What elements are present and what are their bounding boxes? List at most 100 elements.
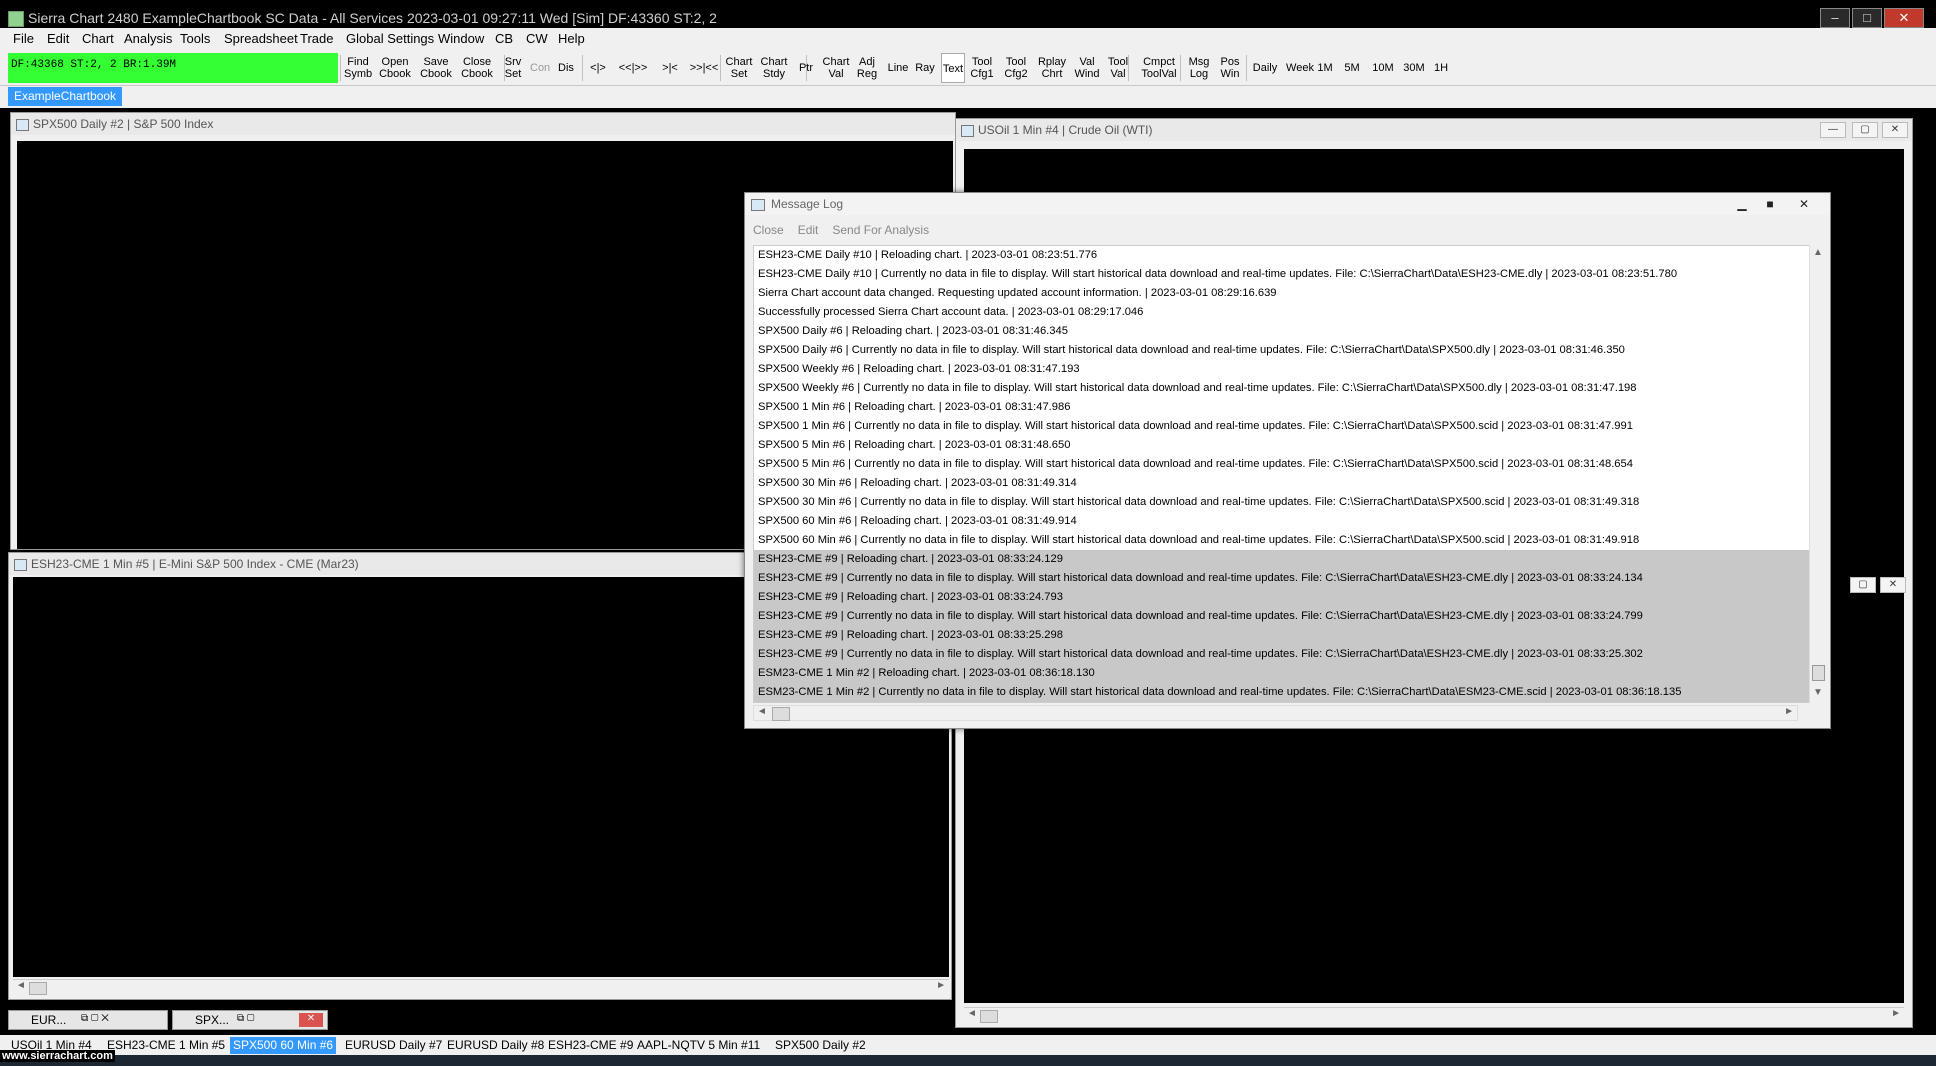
log-line[interactable]: ESH23-CME #9 | Currently no data in file… — [754, 607, 1815, 626]
menu-item-cw[interactable]: CW — [526, 31, 548, 46]
restore-icon[interactable]: ⧉ ▢ ✕ — [81, 1013, 109, 1024]
log-line[interactable]: SPX500 60 Min #6 | Reloading chart. | 20… — [754, 512, 1815, 531]
minimize-button[interactable]: – — [1820, 8, 1850, 28]
log-line[interactable]: Successfully processed Sierra Chart acco… — [754, 303, 1815, 322]
message-log-menu-send-for-analysis[interactable]: Send For Analysis — [832, 223, 929, 237]
toolbar-button-srv-set[interactable]: Srv Set — [502, 53, 524, 83]
message-log-window[interactable]: Message Log ▁ ■ ✕ Close Edit Send For Anal… — [744, 192, 1831, 729]
scroll-right-icon[interactable]: ► — [1784, 706, 1794, 717]
toolbar-button-5m[interactable]: 5M — [1340, 53, 1364, 83]
chart-tab[interactable]: AAPL-NQTV 5 Min #11 — [634, 1037, 763, 1054]
toolbar-button-[interactable]: <<|>> — [614, 53, 652, 83]
scrollbar-thumb[interactable] — [980, 1010, 998, 1023]
message-log-menu-close[interactable]: Close — [753, 223, 784, 237]
log-line[interactable]: ESH23-CME #9 | Reloading chart. | 2023-0… — [754, 588, 1815, 607]
log-line[interactable]: ESM23-CME 1 Min #2 | Currently no data i… — [754, 683, 1815, 702]
restore-icon[interactable]: ⧉ ▢ — [237, 1013, 255, 1024]
toolbar-button-adj-reg[interactable]: Adj Reg — [854, 53, 880, 83]
log-line[interactable]: ESH23-CME #9 | Currently no data in file… — [754, 645, 1815, 664]
toolbar-button-[interactable]: >|< — [658, 53, 682, 83]
log-line[interactable]: ESH23-CME Daily #10 | Currently no data … — [754, 265, 1815, 284]
toolbar-button-rplay-chrt[interactable]: Rplay Chrt — [1036, 53, 1068, 83]
toolbar-button-close-cbook[interactable]: Close Cbook — [458, 53, 496, 83]
toolbar-button-val-wind[interactable]: Val Wind — [1074, 53, 1100, 83]
scrollbar-thumb[interactable] — [29, 982, 47, 995]
scroll-right-icon[interactable]: ► — [936, 980, 946, 991]
toolbar-button-tool-val[interactable]: Tool Val — [1104, 53, 1132, 83]
toolbar-button-chart-set[interactable]: Chart Set — [724, 53, 754, 83]
scroll-right-icon[interactable]: ► — [1891, 1008, 1901, 1019]
toolbar-button-dis[interactable]: Dis — [556, 53, 576, 83]
scroll-left-icon[interactable]: ◄ — [967, 1008, 977, 1019]
menu-item-edit[interactable]: Edit — [47, 31, 69, 46]
scroll-up-icon[interactable]: ▲ — [1813, 247, 1823, 258]
toolbar-button-tool-cfg1[interactable]: Tool Cfg1 — [968, 53, 996, 83]
toolbar-button-msg-log[interactable]: Msg Log — [1186, 53, 1212, 83]
toolbar-button-ptr[interactable]: Ptr — [796, 53, 816, 83]
minimized-window-eur[interactable]: EUR... ⧉ ▢ ✕ — [8, 1010, 168, 1030]
maximize-button[interactable]: □ — [1852, 8, 1882, 28]
log-line[interactable]: SPX500 Daily #6 | Currently no data in f… — [754, 341, 1815, 360]
log-line[interactable]: ESH23-CME #9 | Currently no data in file… — [754, 569, 1815, 588]
chart-tab[interactable]: EURUSD Daily #8 — [444, 1037, 547, 1054]
message-log-close-button[interactable]: ✕ — [1792, 195, 1816, 213]
window-restore-button[interactable]: ▢ — [1850, 577, 1876, 593]
scroll-left-icon[interactable]: ◄ — [757, 706, 767, 717]
scrollbar-thumb[interactable] — [1812, 665, 1825, 681]
log-line[interactable]: ESH23-CME #9 | Reloading chart. | 2023-0… — [754, 626, 1815, 645]
message-log-menu-edit[interactable]: Edit — [798, 223, 819, 237]
toolbar-button-1m[interactable]: 1M — [1315, 53, 1335, 83]
menu-item-trade[interactable]: Trade — [300, 31, 333, 46]
toolbar-button-save-cbook[interactable]: Save Cbook — [418, 53, 454, 83]
horizontal-scrollbar[interactable]: ◄ ► — [964, 1007, 1904, 1023]
menu-item-cb[interactable]: CB — [495, 31, 513, 46]
close-button[interactable]: ✕ — [1884, 8, 1924, 28]
window-close-button[interactable]: ✕ — [1882, 122, 1908, 138]
scroll-down-icon[interactable]: ▼ — [1813, 687, 1823, 698]
toolbar-button-text[interactable]: Text — [941, 53, 965, 83]
window-close-button[interactable]: ✕ — [1880, 577, 1906, 593]
log-line[interactable]: Sierra Chart account data changed. Reque… — [754, 284, 1815, 303]
log-line[interactable]: SPX500 Weekly #6 | Currently no data in … — [754, 379, 1815, 398]
message-log-maximize-button[interactable]: ■ — [1758, 195, 1782, 213]
toolbar-button-find-symb[interactable]: Find Symb — [344, 53, 372, 83]
window-maximize-button[interactable]: ▢ — [1852, 122, 1878, 138]
vertical-scrollbar[interactable]: ▲ ▼ — [1809, 245, 1826, 703]
log-line[interactable]: SPX500 Daily #6 | Reloading chart. | 202… — [754, 322, 1815, 341]
menu-item-analysis[interactable]: Analysis — [124, 31, 172, 46]
toolbar-button-[interactable]: >>|<< — [688, 53, 720, 83]
toolbar-button-10m[interactable]: 10M — [1370, 53, 1396, 83]
toolbar-button-open-cbook[interactable]: Open Cbook — [376, 53, 414, 83]
chart-tab[interactable]: SPX500 Daily #2 — [772, 1037, 869, 1054]
menu-item-tools[interactable]: Tools — [180, 31, 210, 46]
toolbar-button-week[interactable]: Week — [1285, 53, 1315, 83]
menu-item-chart[interactable]: Chart — [82, 31, 114, 46]
window-minimize-button[interactable]: — — [1820, 122, 1846, 138]
menu-item-spreadsheet[interactable]: Spreadsheet — [224, 31, 298, 46]
toolbar-button-line[interactable]: Line — [886, 53, 910, 83]
log-line[interactable]: ESM23-CME 1 Min #2 | Reloading chart. | … — [754, 664, 1815, 683]
toolbar-button-[interactable]: <|> — [586, 53, 610, 83]
toolbar-button-daily[interactable]: Daily — [1250, 53, 1280, 83]
log-line[interactable]: SPX500 5 Min #6 | Reloading chart. | 202… — [754, 436, 1815, 455]
log-line[interactable]: SPX500 1 Min #6 | Currently no data in f… — [754, 417, 1815, 436]
log-line[interactable]: SPX500 30 Min #6 | Currently no data in … — [754, 493, 1815, 512]
message-log-list[interactable]: ESH23-CME Daily #10 | Reloading chart. |… — [753, 245, 1816, 703]
log-line[interactable]: SPX500 5 Min #6 | Currently no data in f… — [754, 455, 1815, 474]
toolbar-button-chart-stdy[interactable]: Chart Stdy — [758, 53, 790, 83]
toolbar-button-con[interactable]: Con — [530, 53, 550, 83]
horizontal-scrollbar[interactable]: ◄ ► — [753, 705, 1798, 721]
log-line[interactable]: SPX500 60 Min #6 | Currently no data in … — [754, 531, 1815, 550]
chart-tab[interactable]: ESH23-CME 1 Min #5 — [104, 1037, 228, 1054]
menu-item-global-settings[interactable]: Global Settings — [346, 31, 434, 46]
chart-tab[interactable]: SPX500 60 Min #6 — [230, 1037, 337, 1054]
toolbar-button-pos-win[interactable]: Pos Win — [1216, 53, 1244, 83]
log-line[interactable]: SPX500 1 Min #6 | Reloading chart. | 202… — [754, 398, 1815, 417]
chart-tab[interactable]: ESH23-CME #9 — [545, 1037, 636, 1054]
toolbar-button-ray[interactable]: Ray — [914, 53, 936, 83]
menu-item-window[interactable]: Window — [438, 31, 484, 46]
log-line[interactable]: SPX500 Weekly #6 | Reloading chart. | 20… — [754, 360, 1815, 379]
toolbar-button-chart-val[interactable]: Chart Val — [822, 53, 850, 83]
toolbar-button-30m[interactable]: 30M — [1402, 53, 1426, 83]
menu-item-file[interactable]: File — [13, 31, 34, 46]
